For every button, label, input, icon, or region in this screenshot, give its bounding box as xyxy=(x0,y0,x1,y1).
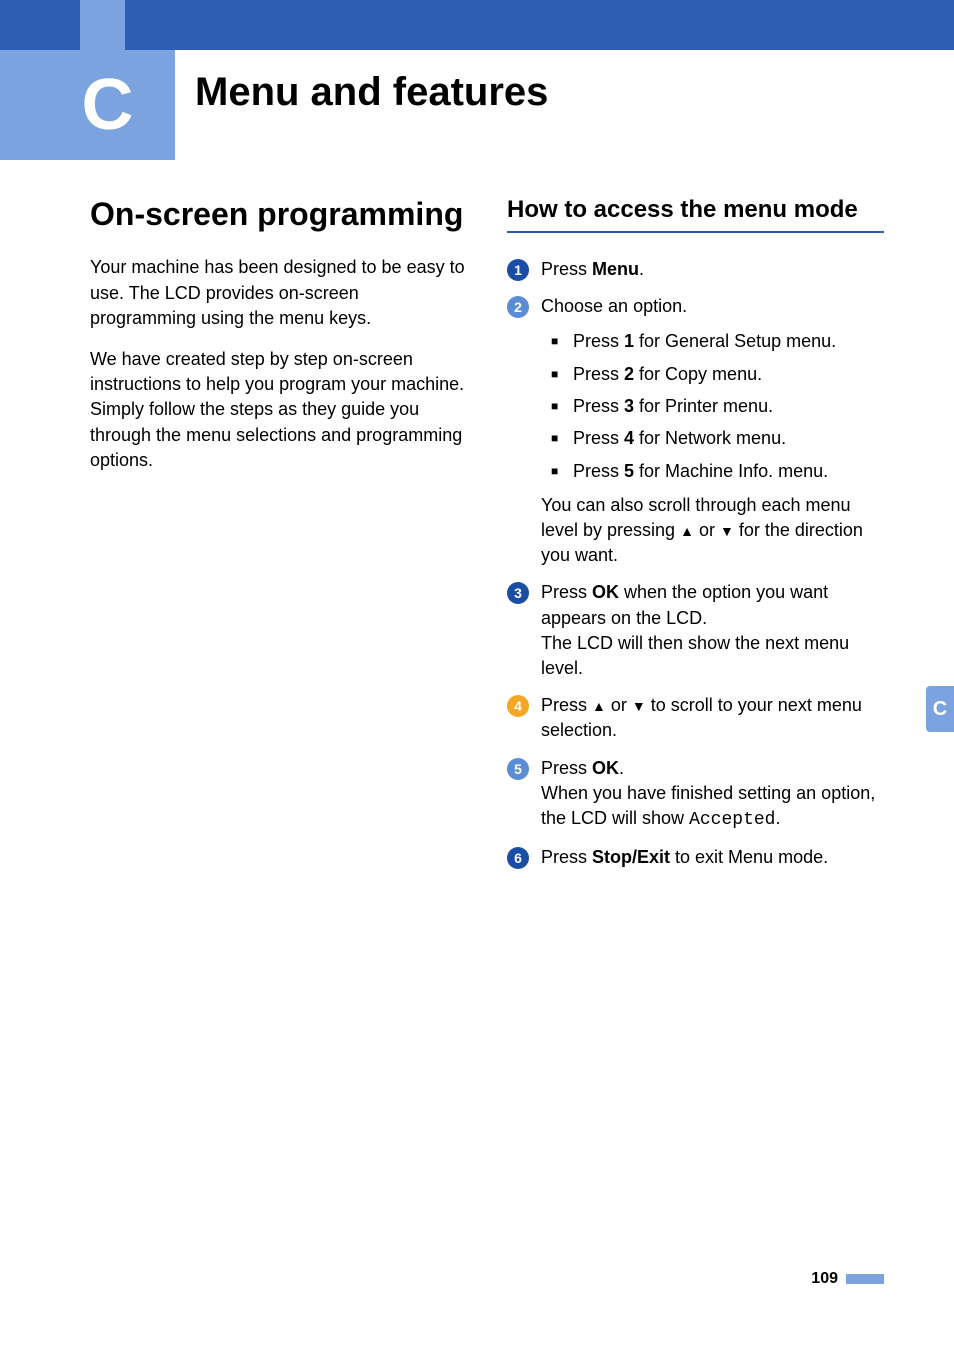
step-badge-icon: 4 xyxy=(507,695,529,717)
list-item: Press 4 for Network menu. xyxy=(551,426,884,450)
page-bar-icon xyxy=(846,1274,884,1284)
step-2-options: Press 1 for General Setup menu. Press 2 … xyxy=(551,329,884,482)
arrow-down-icon: ▼ xyxy=(632,698,646,714)
step-5: 5 Press OK. When you have finished setti… xyxy=(507,756,884,834)
step-6: 6 Press Stop/Exit to exit Menu mode. xyxy=(507,845,884,870)
step-badge-icon: 3 xyxy=(507,582,529,604)
section-heading-onscreen: On-screen programming xyxy=(90,195,467,233)
page-title: Menu and features xyxy=(195,70,548,115)
content: On-screen programming Your machine has b… xyxy=(90,195,884,882)
step-4: 4 Press ▲ or ▼ to scroll to your next me… xyxy=(507,693,884,743)
section-tab-letter: C xyxy=(933,698,947,721)
intro-para-1: Your machine has been designed to be eas… xyxy=(90,255,467,331)
page-number: 109 xyxy=(811,1270,838,1288)
step-badge-icon: 6 xyxy=(507,847,529,869)
step-4-text: Press ▲ or ▼ to scroll to your next menu… xyxy=(541,693,884,743)
step-3-text: Press OK when the option you want appear… xyxy=(541,580,884,681)
arrow-up-icon: ▲ xyxy=(592,698,606,714)
list-item: Press 5 for Machine Info. menu. xyxy=(551,459,884,483)
chapter-letter: C xyxy=(82,64,134,146)
step-2-text: Choose an option. Press 1 for General Se… xyxy=(541,294,884,568)
list-item: Press 2 for Copy menu. xyxy=(551,362,884,386)
left-column: On-screen programming Your machine has b… xyxy=(90,195,467,882)
step-badge-icon: 1 xyxy=(507,259,529,281)
arrow-down-icon: ▼ xyxy=(720,523,734,539)
chapter-marker: C xyxy=(0,50,175,160)
arrow-up-icon: ▲ xyxy=(680,523,694,539)
step-badge-icon: 5 xyxy=(507,758,529,780)
step-5-text: Press OK. When you have finished setting… xyxy=(541,756,884,834)
subsection-heading-access: How to access the menu mode xyxy=(507,195,884,233)
step-6-text: Press Stop/Exit to exit Menu mode. xyxy=(541,845,884,870)
step-1-text: Press Menu. xyxy=(541,257,884,282)
header-accent xyxy=(80,0,125,50)
step-1: 1 Press Menu. xyxy=(507,257,884,282)
right-column: How to access the menu mode 1 Press Menu… xyxy=(507,195,884,882)
step-badge-icon: 2 xyxy=(507,296,529,318)
section-tab: C xyxy=(926,686,954,732)
intro-para-2: We have created step by step on-screen i… xyxy=(90,347,467,473)
step-2: 2 Choose an option. Press 1 for General … xyxy=(507,294,884,568)
list-item: Press 1 for General Setup menu. xyxy=(551,329,884,353)
page-footer: 109 xyxy=(811,1270,884,1288)
step-3: 3 Press OK when the option you want appe… xyxy=(507,580,884,681)
header-bar xyxy=(0,0,954,50)
list-item: Press 3 for Printer menu. xyxy=(551,394,884,418)
